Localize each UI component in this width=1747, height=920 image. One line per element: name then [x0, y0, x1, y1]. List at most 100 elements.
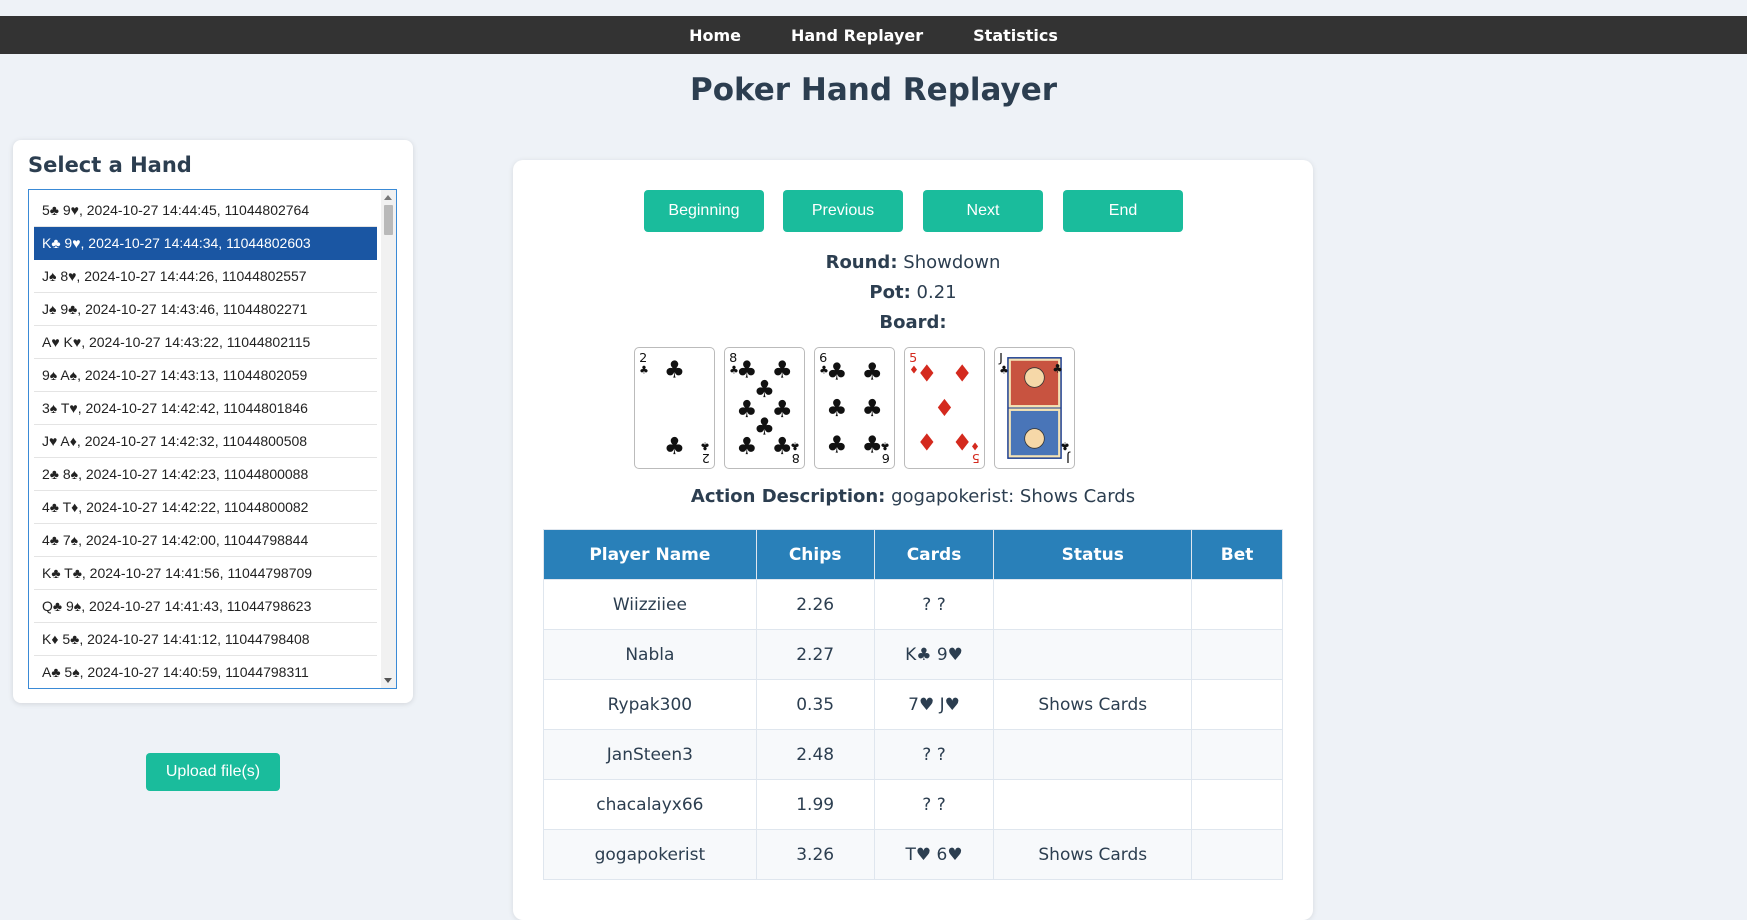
header-status: Status — [993, 529, 1193, 580]
face-card-head-icon — [1024, 428, 1045, 449]
board-card: 5 ♦ 5 ♦ ♦ ♦ ♦ ♦ ♦ — [904, 347, 985, 469]
card-pip-icon: ♣ — [736, 432, 757, 460]
player-name-cell: Nabla — [543, 629, 757, 680]
nav-hand-replayer[interactable]: Hand Replayer — [791, 26, 923, 45]
hand-list-item[interactable]: 2♣ 8♠, 2024-10-27 14:42:23, 11044800088 — [34, 458, 377, 491]
nav-statistics[interactable]: Statistics — [973, 26, 1058, 45]
card-pip-icon: ♣ — [1052, 362, 1063, 376]
chips-cell: 2.48 — [755, 729, 875, 780]
action-info: Action Description: gogapokerist: Shows … — [513, 486, 1313, 507]
nav-home[interactable]: Home — [689, 26, 741, 45]
header-cards: Cards — [873, 529, 995, 580]
chips-cell: 2.27 — [755, 629, 875, 680]
hand-list-scrollbar[interactable] — [381, 190, 396, 688]
page-title: Poker Hand Replayer — [689, 72, 1058, 108]
players-table-header-row: Player Name Chips Cards Status Bet — [543, 529, 1283, 580]
cards-cell: 7♥ J♥ — [873, 679, 995, 730]
end-button[interactable]: End — [1063, 190, 1183, 232]
card-pip-icon: ♣ — [862, 430, 883, 458]
hand-list-item[interactable]: A♥ K♥, 2024-10-27 14:43:22, 11044802115 — [34, 326, 377, 359]
card-pip-icon: ♣ — [664, 432, 685, 460]
board-card: J ♣ J ♣ ♣ — [994, 347, 1075, 469]
hand-list-item[interactable]: J♠ 8♥, 2024-10-27 14:44:26, 11044802557 — [34, 260, 377, 293]
hand-listbox[interactable]: 5♣ 9♥, 2024-10-27 14:44:45, 11044802764 K… — [28, 189, 397, 689]
bet-cell — [1191, 829, 1283, 880]
pot-label: Pot: — [869, 282, 911, 303]
hand-list-item[interactable]: 9♠ A♠, 2024-10-27 14:43:13, 11044802059 — [34, 359, 377, 392]
cards-cell: ? ? — [873, 579, 995, 630]
card-pip-icon: ♣ — [664, 356, 685, 384]
status-cell: Shows Cards — [993, 829, 1193, 880]
board-card: 8 ♣ 8 ♣ ♣ ♣ ♣ ♣ ♣ ♣ ♣ ♣ — [724, 347, 805, 469]
chips-cell: 2.26 — [755, 579, 875, 630]
card-pip-icon: ♣ — [862, 394, 883, 422]
hand-list-item[interactable]: J♥ A♦, 2024-10-27 14:42:32, 11044800508 — [34, 425, 377, 458]
player-name-cell: gogapokerist — [543, 829, 757, 880]
hand-list-item[interactable]: K♣ T♣, 2024-10-27 14:41:56, 11044798709 — [34, 557, 377, 590]
hand-list-item[interactable]: 4♣ 7♠, 2024-10-27 14:42:00, 11044798844 — [34, 524, 377, 557]
players-table: Player Name Chips Cards Status Bet Wiizz… — [543, 529, 1283, 880]
card-pip-icon: ♣ — [772, 432, 793, 460]
scroll-thumb[interactable] — [384, 205, 393, 235]
header-player-name: Player Name — [543, 529, 757, 580]
player-row: gogapokerist 3.26 T♥ 6♥ Shows Cards — [543, 829, 1283, 880]
card-face: 8♣8♣♣ ♣♣♣ ♣♣♣ ♣ — [729, 351, 800, 465]
hand-list-item[interactable]: K♣ 9♥, 2024-10-27 14:44:34, 11044802603 — [34, 227, 377, 260]
action-label: Action Description: — [690, 486, 886, 507]
hand-list-item[interactable]: 4♣ T♦, 2024-10-27 14:42:22, 11044800082 — [34, 491, 377, 524]
round-value: Showdown — [903, 252, 1001, 273]
bet-cell — [1191, 629, 1283, 680]
pot-value: 0.21 — [916, 282, 957, 303]
cards-cell: K♣ 9♥ — [873, 629, 995, 680]
player-name-cell: JanSteen3 — [543, 729, 757, 780]
bet-cell — [1191, 779, 1283, 830]
card-corner-suit-icon: ♣ — [700, 439, 710, 452]
hand-list-item[interactable]: A♣ 5♠, 2024-10-27 14:40:59, 11044798311 — [34, 656, 377, 688]
action-value: gogapokerist: Shows Cards — [891, 486, 1136, 507]
card-face: 6♣6♣♣ ♣♣ ♣♣ ♣ — [819, 351, 890, 465]
scroll-down-arrow-icon[interactable] — [384, 678, 392, 683]
card-pip-icon: ♣ — [826, 430, 847, 458]
hand-select-heading: Select a Hand — [28, 153, 192, 177]
board-card: 2 ♣ 2 ♣ ♣ ♣ — [634, 347, 715, 469]
face-card-head-icon — [1024, 367, 1045, 388]
card-face: J♣J♣♣ — [998, 351, 1071, 465]
hand-list-item[interactable]: Q♣ 9♠, 2024-10-27 14:41:43, 11044798623 — [34, 590, 377, 623]
hand-list: 5♣ 9♥, 2024-10-27 14:44:45, 11044802764 K… — [29, 190, 396, 688]
scroll-up-arrow-icon[interactable] — [384, 195, 392, 200]
card-pip-icon: ♦ — [952, 359, 973, 387]
card-pip-icon: ♦ — [934, 394, 955, 422]
chips-cell: 1.99 — [755, 779, 875, 830]
card-pip-icon: ♦ — [952, 428, 973, 456]
pot-info: Pot: 0.21 — [513, 282, 1313, 303]
player-row: chacalayx66 1.99? ? — [543, 779, 1283, 830]
upload-files-button[interactable]: Upload file(s) — [146, 753, 280, 791]
board-card: 6 ♣ 6 ♣ ♣ ♣ ♣ ♣ ♣ ♣ — [814, 347, 895, 469]
hand-select-panel: Select a Hand 5♣ 9♥, 2024-10-27 14:44:45… — [13, 140, 413, 703]
bet-cell — [1191, 729, 1283, 780]
player-row: Nabla 2.27 K♣ 9♥ — [543, 629, 1283, 680]
card-pip-icon: ♦ — [916, 428, 937, 456]
cards-cell: ? ? — [873, 729, 995, 780]
player-row: Wiizziiee 2.26? ? — [543, 579, 1283, 630]
status-cell — [993, 629, 1193, 680]
hand-list-item[interactable]: 5♣ 9♥, 2024-10-27 14:44:45, 11044802764 — [34, 194, 377, 227]
hand-list-item[interactable]: 3♠ T♥, 2024-10-27 14:42:42, 11044801846 — [34, 392, 377, 425]
card-pip-icon: ♣ — [826, 357, 847, 385]
hand-list-item[interactable]: J♠ 9♣, 2024-10-27 14:43:46, 11044802271 — [34, 293, 377, 326]
beginning-button[interactable]: Beginning — [644, 190, 764, 232]
players-table-body: Wiizziiee 2.26? ? Nabla 2.27 K♣ 9♥ Rypak300 0.… — [543, 579, 1283, 880]
card-pip-icon: ♦ — [916, 359, 937, 387]
player-name-cell: Rypak300 — [543, 679, 757, 730]
previous-button[interactable]: Previous — [783, 190, 903, 232]
card-corner-suit-icon: ♣ — [639, 364, 649, 377]
replay-panel: Beginning Previous Next End Round: Showd… — [513, 160, 1313, 920]
header-bet: Bet — [1191, 529, 1283, 580]
next-button[interactable]: Next — [923, 190, 1043, 232]
board-label: Board: — [879, 312, 947, 333]
hand-list-item[interactable]: K♦ 5♣, 2024-10-27 14:41:12, 11044798408 — [34, 623, 377, 656]
status-cell — [993, 729, 1193, 780]
player-row: Rypak300 0.35 7♥ J♥ Shows Cards — [543, 679, 1283, 730]
chips-cell: 3.26 — [755, 829, 875, 880]
top-navbar: Home Hand Replayer Statistics — [0, 16, 1747, 54]
